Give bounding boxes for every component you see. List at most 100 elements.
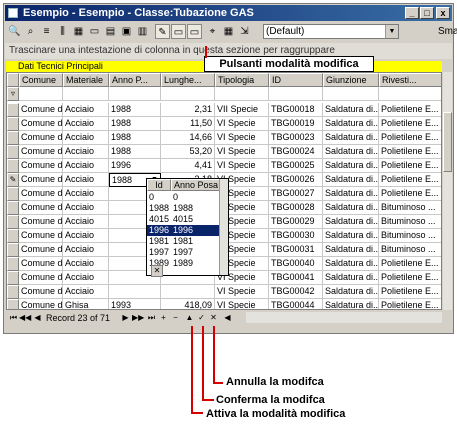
grid-cell[interactable]: TBG00018: [269, 103, 323, 117]
grid-cell[interactable]: 11,50: [161, 117, 215, 131]
grid-cell[interactable]: Comune di ...: [19, 299, 63, 309]
grid-cell[interactable]: Polietilene E...: [379, 299, 441, 309]
dropdown-option[interactable]: 00: [147, 192, 219, 203]
grid-cell[interactable]: Saldatura di...: [323, 201, 379, 215]
grid-cell[interactable]: VI Specie: [215, 285, 269, 299]
grid-cell[interactable]: Saldatura di...: [323, 117, 379, 131]
cancel-icon[interactable]: ▭: [187, 24, 202, 39]
dropdown-column-header[interactable]: Id: [147, 179, 171, 191]
confirm-icon[interactable]: ▭: [171, 24, 186, 39]
grid-cell[interactable]: VII Specie: [215, 103, 269, 117]
grid-cell[interactable]: Polietilene E...: [379, 131, 441, 145]
grid-cell[interactable]: Acciaio: [63, 243, 109, 257]
grid-cell[interactable]: Acciaio: [63, 131, 109, 145]
column-header[interactable]: Rivesti...: [379, 73, 441, 87]
grid-cell[interactable]: 1988: [109, 117, 161, 131]
grid-cell[interactable]: Bituminoso ...: [379, 243, 441, 257]
zoom-icon[interactable]: 🔍: [7, 24, 22, 39]
filter-cell[interactable]: [323, 87, 379, 101]
grid-cell[interactable]: Comune di ...: [19, 243, 63, 257]
row-selector[interactable]: [7, 243, 19, 257]
anno-posa-dropdown[interactable]: Id Anno Posa 0 0 1988 1988 4015 4015 1996 1996 198…: [146, 178, 229, 277]
grid-cell[interactable]: Saldatura di...: [323, 187, 379, 201]
grid-cell[interactable]: VI Specie: [215, 299, 269, 309]
find-icon[interactable]: ⌕: [23, 24, 38, 39]
grid-cell[interactable]: 53,20: [161, 145, 215, 159]
grid-cell[interactable]: Polietilene E...: [379, 271, 441, 285]
row-selector[interactable]: [7, 145, 19, 159]
column-header[interactable]: Giunzione: [323, 73, 379, 87]
grid-cell[interactable]: Polietilene E...: [379, 159, 441, 173]
grid-cell[interactable]: Bituminoso ...: [379, 229, 441, 243]
grid-cell[interactable]: Polietilene E...: [379, 257, 441, 271]
row-selector[interactable]: [7, 201, 19, 215]
dropdown-option[interactable]: 1988 1988: [147, 203, 219, 214]
grid-cell[interactable]: Acciaio: [63, 103, 109, 117]
grid-cell[interactable]: Acciaio: [63, 117, 109, 131]
filter-cell[interactable]: [63, 87, 109, 101]
grid-cell[interactable]: 1988: [109, 103, 161, 117]
filter-cell[interactable]: [161, 87, 215, 101]
row-selector[interactable]: [7, 271, 19, 285]
dropdown-option[interactable]: 1996 1996: [147, 225, 219, 236]
maximize-button[interactable]: □: [420, 7, 434, 19]
column-header[interactable]: Tipologia: [215, 73, 269, 87]
grid-cell[interactable]: VI Specie: [215, 145, 269, 159]
grid-cell[interactable]: Polietilene E...: [379, 103, 441, 117]
column-header[interactable]: ID: [269, 73, 323, 87]
grid-cell[interactable]: Comune di ...: [19, 257, 63, 271]
grid-cell[interactable]: Ghisa: [63, 299, 109, 309]
filter-cell[interactable]: [19, 87, 63, 101]
form-icon[interactable]: ▣: [119, 24, 134, 39]
grid-cell[interactable]: Polietilene E...: [379, 285, 441, 299]
grid-cell[interactable]: Acciaio: [63, 201, 109, 215]
column-header[interactable]: Anno P...: [109, 73, 161, 87]
grid-cell[interactable]: Saldatura di...: [323, 173, 379, 187]
grid-cell[interactable]: [161, 285, 215, 299]
next-page-button[interactable]: ▶▶: [132, 311, 144, 324]
folder-icon[interactable]: ▭: [87, 24, 102, 39]
grid-cell[interactable]: TBG00044: [269, 299, 323, 309]
report-icon[interactable]: ▦: [221, 24, 236, 39]
filter-cell[interactable]: [379, 87, 441, 101]
layout-icon[interactable]: ▥: [135, 24, 150, 39]
grid-cell[interactable]: Acciaio: [63, 271, 109, 285]
filter-cell[interactable]: [215, 87, 269, 101]
grid-cell[interactable]: Saldatura di...: [323, 229, 379, 243]
grid-cell[interactable]: 2,31: [161, 103, 215, 117]
cancel-edit-button[interactable]: ✕: [208, 311, 219, 324]
grid-cell[interactable]: VI Specie: [215, 117, 269, 131]
next-record-button[interactable]: ▶: [120, 311, 131, 324]
row-selector[interactable]: [7, 257, 19, 271]
close-icon[interactable]: ✕: [151, 265, 163, 277]
grid-cell[interactable]: 1993: [109, 299, 161, 309]
column-header[interactable]: Materiale: [63, 73, 109, 87]
grid-cell[interactable]: Saldatura di...: [323, 159, 379, 173]
row-selector[interactable]: [7, 187, 19, 201]
grid-cell[interactable]: TBG00027: [269, 187, 323, 201]
layout-combo[interactable]: (Default) ▼: [263, 24, 399, 39]
scroll-thumb[interactable]: [443, 112, 452, 172]
add-record-button[interactable]: +: [158, 311, 169, 324]
grid-cell[interactable]: Acciaio: [63, 215, 109, 229]
grid-cell[interactable]: TBG00024: [269, 145, 323, 159]
prev-page-button[interactable]: ◀◀: [19, 311, 31, 324]
chevron-down-icon[interactable]: ▼: [385, 25, 398, 38]
grid-cell[interactable]: [109, 285, 161, 299]
column-header[interactable]: Comune: [19, 73, 63, 87]
grid-cell[interactable]: Comune di ...: [19, 201, 63, 215]
grid-cell[interactable]: Saldatura di...: [323, 145, 379, 159]
grid-cell[interactable]: Saldatura di...: [323, 271, 379, 285]
grid-cell[interactable]: Comune di ...: [19, 131, 63, 145]
grid-cell[interactable]: VI Specie: [215, 131, 269, 145]
grid-cell[interactable]: 1988: [109, 145, 161, 159]
grid-cell[interactable]: Polietilene E...: [379, 187, 441, 201]
grid-cell[interactable]: Bituminoso ...: [379, 215, 441, 229]
grid-cell[interactable]: VI Specie: [215, 159, 269, 173]
grid-cell[interactable]: Comune di ...: [19, 173, 63, 187]
close-button[interactable]: x: [436, 7, 450, 19]
grid-cell[interactable]: Comune di ...: [19, 159, 63, 173]
grid-cell[interactable]: TBG00031: [269, 243, 323, 257]
grid-cell[interactable]: Polietilene E...: [379, 117, 441, 131]
grid-cell[interactable]: 418,09: [161, 299, 215, 309]
